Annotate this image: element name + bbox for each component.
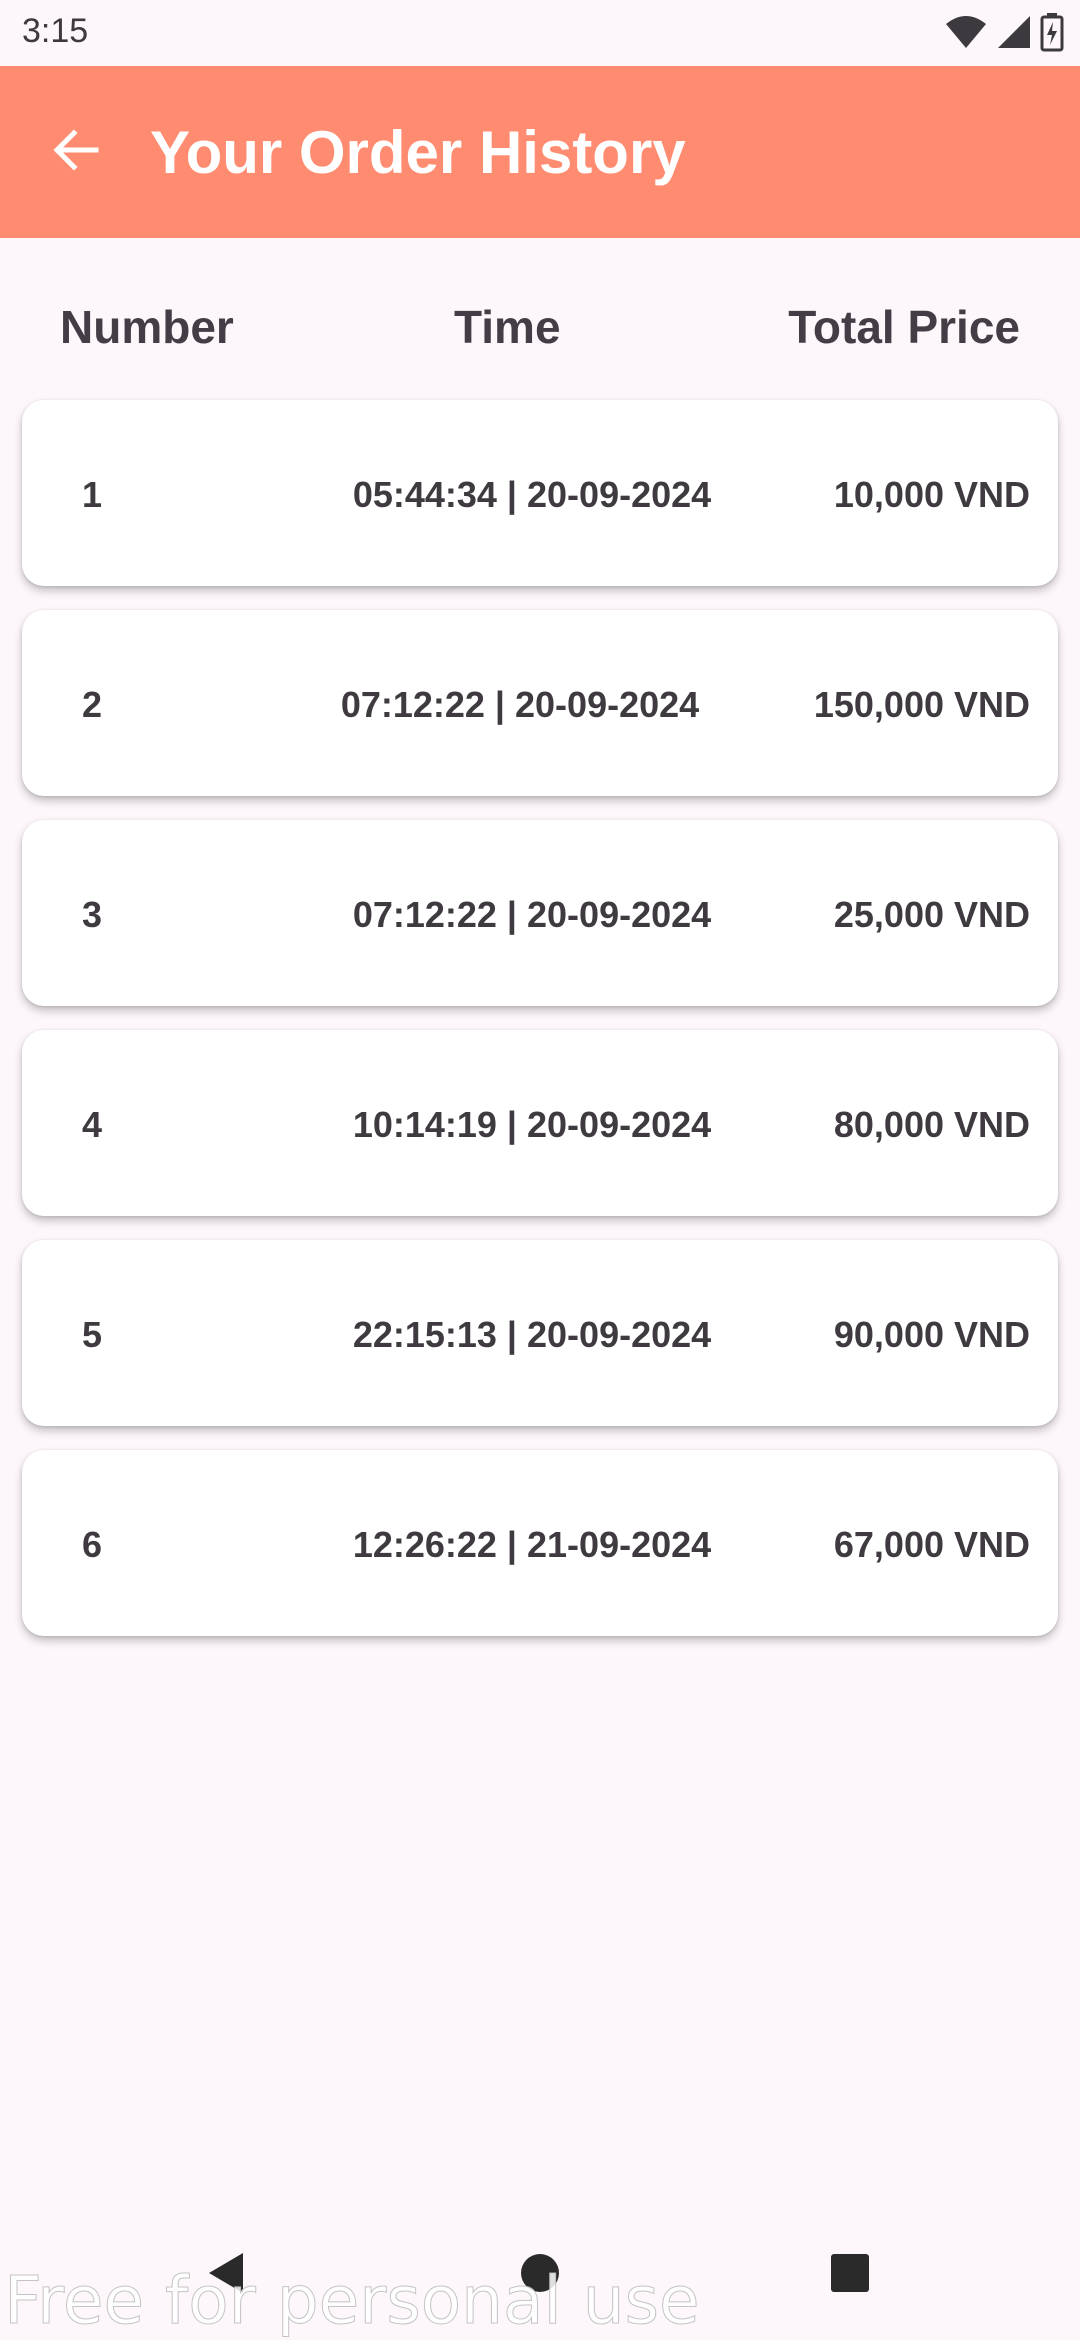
list-item[interactable]: 3 07:12:22 | 20-09-2024 25,000 VND [22,820,1058,1006]
arrow-left-icon [50,124,102,181]
order-number: 2 [81,684,103,725]
home-circle-icon [518,2251,562,2300]
order-number: 6 [81,1524,103,1565]
table-header: Number Time Total Price [0,238,1080,400]
order-total-price: 150,000 VND [813,684,1030,725]
order-total-price: 67,000 VND [833,1524,1030,1565]
signal-icon [996,14,1032,55]
order-total-price: 10,000 VND [833,474,1030,515]
list-item[interactable]: 5 22:15:13 | 20-09-2024 90,000 VND [22,1240,1058,1426]
status-icons [944,12,1064,57]
navigation-bar [0,2210,1080,2340]
header-total-price: Total Price [788,301,1020,353]
page-title: Your Order History [150,119,686,186]
wifi-icon [944,14,988,55]
list-item[interactable]: 2 07:12:22 | 20-09-2024 150,000 VND [22,610,1058,796]
order-time: 10:14:19 | 20-09-2024 [352,1104,712,1145]
list-item[interactable]: 4 10:14:19 | 20-09-2024 80,000 VND [22,1030,1058,1216]
order-list: 1 05:44:34 | 20-09-2024 10,000 VND 2 07:… [22,400,1058,1660]
app-bar: Your Order History [0,66,1080,238]
list-item[interactable]: 1 05:44:34 | 20-09-2024 10,000 VND [22,400,1058,586]
battery-charging-icon [1040,12,1064,57]
order-time: 07:12:22 | 20-09-2024 [340,684,700,725]
back-triangle-icon [203,2249,247,2302]
status-time: 3:15 [22,12,89,50]
order-time: 22:15:13 | 20-09-2024 [352,1314,712,1355]
order-time: 07:12:22 | 20-09-2024 [352,894,712,935]
order-time: 05:44:34 | 20-09-2024 [352,474,712,515]
order-number: 1 [81,474,103,515]
list-item[interactable]: 6 12:26:22 | 21-09-2024 67,000 VND [22,1450,1058,1636]
recents-square-icon [828,2251,872,2300]
order-total-price: 80,000 VND [833,1104,1030,1145]
back-button[interactable] [40,116,112,188]
order-total-price: 25,000 VND [833,894,1030,935]
header-time: Time [454,301,561,353]
status-bar: 3:15 [0,0,1080,66]
order-total-price: 90,000 VND [833,1314,1030,1355]
header-number: Number [60,301,234,353]
order-time: 12:26:22 | 21-09-2024 [352,1524,712,1565]
nav-home-button[interactable] [495,2230,585,2320]
nav-recents-button[interactable] [805,2230,895,2320]
order-number: 5 [81,1314,103,1355]
order-number: 3 [81,894,103,935]
nav-back-button[interactable] [180,2230,270,2320]
order-number: 4 [81,1104,103,1145]
